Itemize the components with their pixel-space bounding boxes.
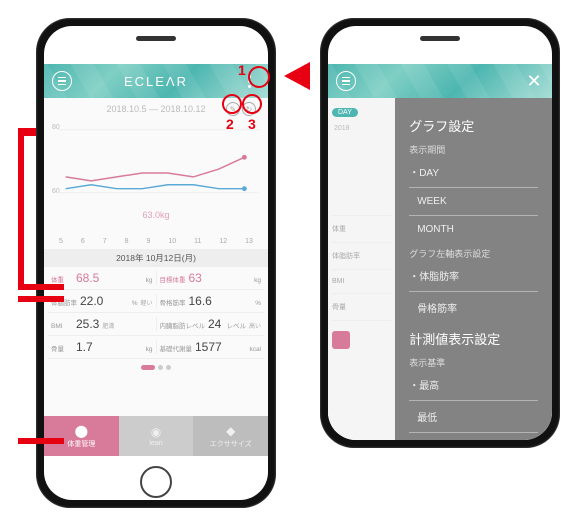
scale-icon: ⬤ (75, 424, 88, 438)
side-label-fat: 体脂肪率 (332, 243, 391, 270)
phone-device-left: ECLEΛR 2018.10.5 — 2018.10.12 ✎ ↻ 80 60 (36, 18, 276, 508)
metric-bone[interactable]: 骨量 1.7 kg (48, 340, 156, 354)
app-header: ECLEΛR (44, 64, 268, 98)
annotation-num-1: 1 (238, 62, 246, 78)
annotation-num-2: 2 (226, 116, 234, 132)
left-axis-section-label: グラフ左軸表示設定 (409, 247, 538, 260)
date-range-text: 2018.10.5 — 2018.10.12 (106, 104, 205, 114)
graph-settings-title: グラフ設定 (409, 116, 538, 135)
period-pill: DAY (332, 108, 358, 117)
side-label-bmi: BMI (332, 270, 391, 294)
phone-speaker (420, 36, 460, 41)
edit-icon[interactable]: ✎ (226, 102, 240, 116)
refresh-icon[interactable]: ↻ (242, 102, 256, 116)
basis-opt-min[interactable]: 最低 (409, 405, 538, 428)
nav-corner-icon (332, 331, 350, 349)
metric-fat[interactable]: 体脂肪率 22.0 % 軽い (48, 294, 156, 308)
leftaxis-opt-muscle[interactable]: 骨格筋率 (409, 296, 538, 319)
side-label-weight: 体重 (332, 216, 391, 243)
overlay-backdrop-content: DAY 2018 体重 体脂肪率 BMI 骨量 (328, 98, 395, 440)
basis-section-label: 表示基準 (409, 356, 538, 369)
menu-hamburger-icon[interactable] (336, 71, 356, 91)
main-content: 2018.10.5 — 2018.10.12 ✎ ↻ 80 60 (44, 98, 268, 416)
phone-device-right: ✕ DAY 2018 体重 体脂肪率 BMI 骨量 グラフ設定 (320, 18, 560, 448)
annotation-bracket-side (18, 128, 24, 288)
annotation-num-3: 3 (248, 116, 256, 132)
close-icon[interactable]: ✕ (524, 71, 544, 91)
period-section-label: 表示期間 (409, 143, 538, 156)
basis-opt-max[interactable]: 最高 (409, 373, 538, 396)
value-settings-title: 計測値表示設定 (409, 329, 538, 348)
basis-opt-latest[interactable]: 最新 (409, 437, 538, 440)
metric-bmi[interactable]: BMI 25.3 肥満 (48, 317, 156, 331)
phone-speaker (136, 36, 176, 41)
nav-weight[interactable]: ⬤ 体重管理 (44, 416, 119, 456)
metric-target[interactable]: 目標体重 63 kg (156, 271, 265, 285)
chart-area[interactable]: 80 60 63.0kg (48, 118, 264, 238)
selected-date-bar[interactable]: 2018年 10月12日(月) (44, 249, 268, 267)
period-opt-day[interactable]: DAY (409, 160, 538, 183)
metrics-grid: 体重 68.5 kg 目標体重 63 kg 体脂肪率 2 (44, 267, 268, 359)
chart-x-axis: 5678910111213 (44, 238, 268, 249)
brand-title: ECLEΛR (124, 74, 188, 89)
metric-weight[interactable]: 体重 68.5 kg (48, 271, 156, 285)
phone-screen-left: ECLEΛR 2018.10.5 — 2018.10.12 ✎ ↻ 80 60 (44, 26, 268, 500)
settings-drawer: グラフ設定 表示期間 DAY WEEK MONTH グラフ左軸表示設定 体脂肪率… (395, 98, 552, 440)
annotation-bracket-arrow1 (18, 284, 64, 290)
period-opt-week[interactable]: WEEK (409, 192, 538, 211)
chart-reference-label: 63.0kg (48, 210, 264, 220)
annotation-bracket-arrow2 (18, 296, 64, 302)
metric-bmr[interactable]: 基礎代謝量 1577 kcal (156, 340, 265, 354)
app-header: ✕ (328, 64, 552, 98)
nav-lean[interactable]: ◉ lean (119, 416, 194, 456)
date-range-label: 2018.10.5 — 2018.10.12 ✎ ↻ (44, 98, 268, 116)
menu-hamburger-icon[interactable] (52, 71, 72, 91)
metric-muscle[interactable]: 骨格筋率 16.6 % (156, 294, 265, 308)
annotation-bracket-arrow3 (18, 438, 64, 444)
phone-screen-right: ✕ DAY 2018 体重 体脂肪率 BMI 骨量 グラフ設定 (328, 26, 552, 440)
annotation-arrow (284, 62, 310, 90)
side-label-bone: 骨量 (332, 294, 391, 321)
home-button[interactable] (140, 466, 172, 498)
main-content-right: DAY 2018 体重 体脂肪率 BMI 骨量 グラフ設定 表示期間 DAY (328, 98, 552, 440)
lean-icon: ◉ (151, 425, 161, 439)
exercise-icon: ◆ (226, 424, 235, 438)
metric-visceral[interactable]: 内臓脂肪レベル 24 レベル 高い (156, 317, 265, 331)
period-opt-month[interactable]: MONTH (409, 220, 538, 239)
page-indicator[interactable] (44, 359, 268, 376)
bottom-nav: ⬤ 体重管理 ◉ lean ◆ エクササイズ (44, 416, 268, 456)
year-fragment: 2018 (332, 121, 391, 136)
leftaxis-opt-fat[interactable]: 体脂肪率 (409, 264, 538, 287)
nav-exercise[interactable]: ◆ エクササイズ (193, 416, 268, 456)
